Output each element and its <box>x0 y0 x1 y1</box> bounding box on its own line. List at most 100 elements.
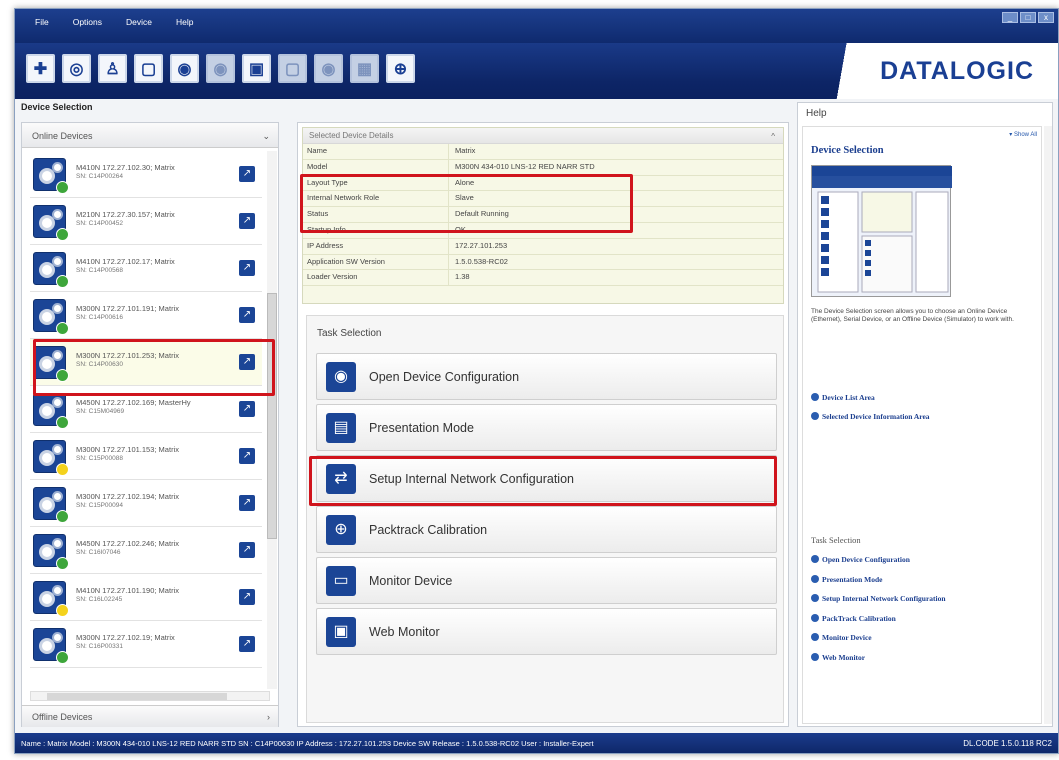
details-value: 1.38 <box>455 272 470 282</box>
details-value: M300N 434-010 LNS-12 RED NARR STD <box>455 161 595 171</box>
help-link-label: Web Monitor <box>822 652 866 662</box>
device-list-item[interactable]: M300N 172.27.102.19; Matrix SN: C16P00331… <box>30 621 262 668</box>
device-list-item[interactable]: M300N 172.27.101.191; Matrix SN: C14P0061… <box>30 292 262 339</box>
help-task-link[interactable]: Presentation Mode <box>811 574 882 584</box>
camera-device-icon <box>33 205 69 241</box>
hscrollbar-thumb[interactable] <box>47 693 227 700</box>
menu-device[interactable]: Device <box>114 14 164 30</box>
device-action-icon[interactable]: ↗ <box>239 166 255 182</box>
presentation-icon: ▤ <box>326 413 356 443</box>
user-icon[interactable]: ♙ <box>98 54 127 83</box>
details-key: Loader Version <box>303 270 449 286</box>
device-list-item[interactable]: M450N 172.27.102.246; Matrix SN: C16I0704… <box>30 527 262 574</box>
status-indicator <box>56 181 69 194</box>
new-icon[interactable]: ✚ <box>26 54 55 83</box>
device-name: M410N 172.27.102.17; Matrix <box>76 257 175 266</box>
camera-settings-icon[interactable]: ◉ <box>206 54 235 83</box>
show-all-link[interactable]: ▾ Show All <box>1009 131 1037 138</box>
web-monitor-icon: ▣ <box>326 617 356 647</box>
help-link[interactable]: Selected Device Information Area <box>811 412 930 421</box>
task-label: Packtrack Calibration <box>369 523 488 537</box>
details-key: IP Address <box>303 238 449 254</box>
monitor-icon: ▭ <box>326 566 356 596</box>
help-task-link[interactable]: Web Monitor <box>811 652 866 662</box>
bullet-icon <box>811 412 819 420</box>
help-screenshot-thumbnail <box>811 165 952 297</box>
menu-file[interactable]: File <box>23 14 61 30</box>
close-button[interactable]: x <box>1038 12 1054 23</box>
crosshair-icon[interactable]: ⊕ <box>386 54 415 83</box>
camera-device-icon <box>33 581 69 617</box>
device-action-icon[interactable]: ↗ <box>239 401 255 417</box>
help-task-link[interactable]: PackTrack Calibration <box>811 613 896 623</box>
minimize-button[interactable]: _ <box>1002 12 1018 23</box>
device-list-item[interactable]: M300N 172.27.101.153; Matrix SN: C15P0008… <box>30 433 262 480</box>
help-task-link[interactable]: Monitor Device <box>811 633 872 642</box>
device-list-scrollbar[interactable] <box>267 151 277 689</box>
help-link-label: PackTrack Calibration <box>822 613 896 623</box>
device-action-icon[interactable]: ↗ <box>239 495 255 511</box>
task-button-web-monitor[interactable]: ▣ Web Monitor <box>316 608 777 655</box>
device-action-icon[interactable]: ↗ <box>239 213 255 229</box>
device-list-panel: Online Devices ⌄ M410N 172.27.102.30; Ma… <box>21 122 279 727</box>
device-serial: SN: C16L02245 <box>76 596 123 603</box>
device-action-icon[interactable]: ↗ <box>239 542 255 558</box>
status-indicator <box>56 322 69 335</box>
camera-monitor-icon[interactable]: ◉ <box>314 54 343 83</box>
save-to-device-icon[interactable]: ▣ <box>242 54 271 83</box>
device-list-item[interactable]: M410N 172.27.102.30; Matrix SN: C14P00264… <box>30 151 262 198</box>
camera-device-icon <box>33 534 69 570</box>
task-button-crosshair[interactable]: ⊕ Packtrack Calibration <box>316 506 777 553</box>
device-serial: SN: C14P00264 <box>76 173 123 180</box>
task-button-open-config[interactable]: ◉ Open Device Configuration <box>316 353 777 400</box>
offline-devices-header[interactable]: Offline Devices › <box>22 705 278 727</box>
menu-options[interactable]: Options <box>61 14 114 30</box>
device-name: M300N 172.27.102.194; Matrix <box>76 492 179 501</box>
device-discovery-icon[interactable]: ◎ <box>62 54 91 83</box>
device-list-hscrollbar[interactable] <box>30 691 270 701</box>
bullet-icon <box>811 574 819 583</box>
task-selection-title: Task Selection <box>317 328 382 339</box>
scrollbar-thumb[interactable] <box>267 293 277 539</box>
device-action-icon[interactable]: ↗ <box>239 307 255 323</box>
window-icon[interactable]: ▢ <box>278 54 307 83</box>
device-action-icon[interactable]: ↗ <box>239 260 255 276</box>
task-button-presentation[interactable]: ▤ Presentation Mode <box>316 404 777 451</box>
chevron-up-icon[interactable]: ^ <box>771 132 775 141</box>
help-task-link[interactable]: Open Device Configuration <box>811 555 910 564</box>
open-config-icon: ◉ <box>326 362 356 392</box>
help-link-label: Device List Area <box>822 393 875 402</box>
status-indicator <box>56 510 69 523</box>
maximize-button[interactable]: □ <box>1020 12 1036 23</box>
help-title: Help <box>806 108 827 119</box>
camera-config-icon[interactable]: ◉ <box>170 54 199 83</box>
status-indicator <box>56 416 69 429</box>
camera-device-icon <box>33 158 69 194</box>
grid-icon[interactable]: ▦ <box>350 54 379 83</box>
device-list-item[interactable]: M410N 172.27.102.17; Matrix SN: C14P00568… <box>30 245 262 292</box>
bullet-icon <box>811 613 819 622</box>
menu-help[interactable]: Help <box>164 14 205 30</box>
task-button-monitor[interactable]: ▭ Monitor Device <box>316 557 777 604</box>
help-link[interactable]: Device List Area <box>811 393 875 402</box>
device-action-icon[interactable]: ↗ <box>239 589 255 605</box>
details-key: Model <box>303 159 449 175</box>
help-task-link[interactable]: Setup Internal Network Configuration <box>811 594 946 603</box>
status-text: Name : Matrix Model : M300N 434-010 LNS-… <box>21 739 594 748</box>
details-value: 172.27.101.253 <box>455 240 508 250</box>
status-indicator <box>56 463 69 476</box>
selected-device-details-header[interactable]: Selected Device Details <box>303 128 783 144</box>
help-scrollbar[interactable] <box>1044 126 1052 724</box>
panel-icon[interactable]: ▢ <box>134 54 163 83</box>
device-name: M300N 172.27.102.19; Matrix <box>76 633 175 642</box>
device-list-item[interactable]: M210N 172.27.30.157; Matrix SN: C14P00452… <box>30 198 262 245</box>
device-action-icon[interactable]: ↗ <box>239 636 255 652</box>
device-name: M300N 172.27.101.191; Matrix <box>76 304 179 313</box>
device-name: M450N 172.27.102.246; Matrix <box>76 539 179 548</box>
device-action-icon[interactable]: ↗ <box>239 448 255 464</box>
device-list-item[interactable]: M410N 172.27.101.190; Matrix SN: C16L0224… <box>30 574 262 621</box>
help-link-label: Setup Internal Network Configuration <box>822 594 946 603</box>
camera-device-icon <box>33 487 69 523</box>
device-list-item[interactable]: M300N 172.27.102.194; Matrix SN: C15P0009… <box>30 480 262 527</box>
online-devices-header[interactable]: Online Devices ⌄ <box>22 123 278 148</box>
